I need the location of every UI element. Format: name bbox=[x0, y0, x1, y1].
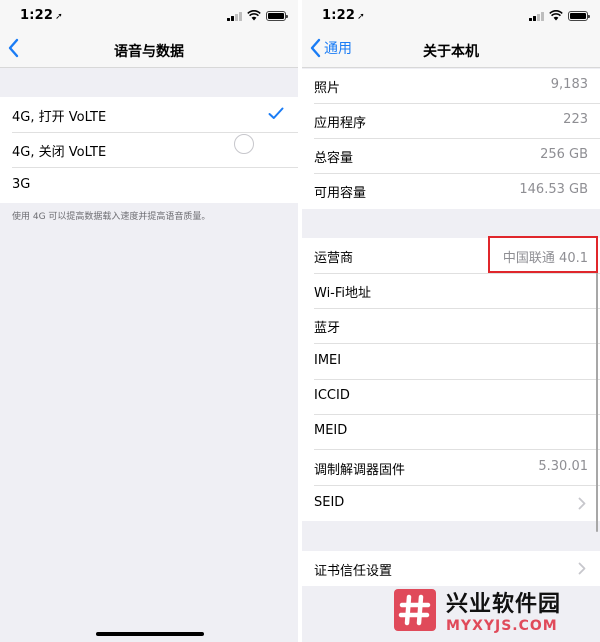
home-indicator[interactable] bbox=[96, 632, 204, 636]
footnote: 使用 4G 可以提高数据载入速度并提高语音质量。 bbox=[12, 212, 211, 222]
status-bar: 1:22 ➚ bbox=[302, 0, 600, 32]
battery-icon bbox=[568, 10, 590, 21]
battery-icon bbox=[266, 10, 288, 21]
location-arrow-icon: ➚ bbox=[357, 12, 365, 22]
network-options-list: 4G, 打开 VoLTE 4G, 关闭 VoLTE 3G bbox=[0, 97, 298, 203]
option-3g[interactable]: 3G bbox=[0, 168, 298, 203]
row-label: 蓝牙 bbox=[314, 321, 341, 336]
watermark-url: MYXYJS.COM bbox=[446, 618, 558, 634]
page-title: 语音与数据 bbox=[114, 44, 184, 60]
voice-data-screen: 1:22 ➚ 语音与数据 4G, 打开 VoLTE 4G, 关闭 VoLTE 3G… bbox=[0, 0, 298, 642]
row-value: 5.30.01 bbox=[538, 459, 588, 474]
checkmark-icon bbox=[268, 107, 284, 119]
row-meid: MEID bbox=[302, 415, 600, 449]
status-icons bbox=[529, 10, 590, 21]
wifi-icon bbox=[549, 10, 563, 21]
row-label: ICCID bbox=[314, 388, 350, 403]
row-value: 223 bbox=[563, 112, 588, 127]
row-label: 运营商 bbox=[314, 251, 354, 266]
row-label: MEID bbox=[314, 423, 348, 438]
row-wifi-address: Wi-Fi地址 bbox=[302, 274, 600, 308]
status-time: 1:22 ➚ bbox=[20, 8, 63, 23]
row-value: 9,183 bbox=[550, 77, 588, 92]
row-bluetooth: 蓝牙 bbox=[302, 309, 600, 343]
row-label: 总容量 bbox=[314, 151, 354, 166]
row-label: SEID bbox=[314, 495, 345, 510]
nav-bar: 语音与数据 bbox=[0, 32, 298, 68]
row-total-capacity: 总容量 256 GB bbox=[302, 139, 600, 173]
row-label: 可用容量 bbox=[314, 186, 367, 201]
status-icons bbox=[227, 10, 288, 21]
site-watermark: 兴业软件园 MYXYJS.COM bbox=[386, 578, 600, 642]
device-info-group: 运营商 中国联通 40.1 Wi-Fi地址 蓝牙 IMEI ICCID MEID bbox=[302, 238, 600, 521]
row-photos: 照片 9,183 bbox=[302, 69, 600, 103]
row-value: 146.53 GB bbox=[519, 182, 588, 197]
wifi-icon bbox=[247, 10, 261, 21]
page-title: 关于本机 bbox=[423, 44, 479, 60]
carrier-highlight-box bbox=[488, 236, 598, 273]
scroll-indicator bbox=[596, 262, 598, 532]
hash-logo-icon bbox=[394, 589, 436, 631]
chevron-right-icon bbox=[578, 497, 586, 510]
row-label: Wi-Fi地址 bbox=[314, 286, 372, 301]
option-4g-volte-on[interactable]: 4G, 打开 VoLTE bbox=[0, 97, 298, 132]
row-label: 照片 bbox=[314, 81, 341, 96]
row-modem-firmware: 调制解调器固件 5.30.01 bbox=[302, 450, 600, 485]
location-arrow-icon: ➚ bbox=[55, 12, 63, 22]
row-label: 调制解调器固件 bbox=[314, 463, 406, 478]
row-imei: IMEI bbox=[302, 344, 600, 379]
unselected-circle-icon bbox=[234, 134, 254, 154]
cellular-signal-icon bbox=[227, 11, 242, 21]
watermark-title: 兴业软件园 bbox=[446, 592, 562, 617]
row-iccid: ICCID bbox=[302, 380, 600, 414]
about-screen: 1:22 ➚ 通用 关于本机 照片 9,183 应用程序 223 总容量 256 … bbox=[302, 0, 600, 642]
row-available-capacity: 可用容量 146.53 GB bbox=[302, 174, 600, 209]
storage-info-group: 照片 9,183 应用程序 223 总容量 256 GB 可用容量 146.53… bbox=[302, 69, 600, 209]
nav-bar: 通用 关于本机 bbox=[302, 32, 600, 68]
option-4g-volte-off[interactable]: 4G, 关闭 VoLTE bbox=[0, 133, 298, 167]
row-label: 证书信任设置 bbox=[314, 564, 393, 579]
cellular-signal-icon bbox=[529, 11, 544, 21]
row-apps: 应用程序 223 bbox=[302, 104, 600, 138]
watermark-text: 兴业软件园 MYXYJS.COM bbox=[446, 586, 561, 634]
option-label: 4G, 关闭 VoLTE bbox=[12, 145, 107, 160]
option-label: 4G, 打开 VoLTE bbox=[12, 110, 107, 125]
row-value: 256 GB bbox=[540, 147, 588, 162]
option-label: 3G bbox=[12, 177, 31, 192]
row-label: IMEI bbox=[314, 353, 342, 368]
status-time: 1:22 ➚ bbox=[322, 8, 365, 23]
row-seid[interactable]: SEID bbox=[302, 486, 600, 521]
row-label: 应用程序 bbox=[314, 116, 367, 131]
chevron-right-icon bbox=[578, 562, 586, 575]
status-bar: 1:22 ➚ bbox=[0, 0, 298, 32]
